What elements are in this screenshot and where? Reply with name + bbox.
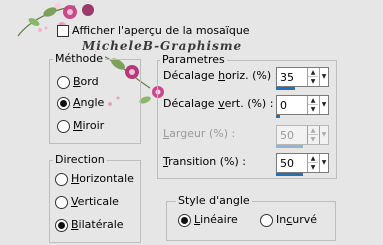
radio-bilaterale[interactable] (55, 219, 68, 232)
parametres-group-title: Parametres (160, 53, 227, 66)
radio-angle[interactable] (57, 97, 70, 110)
transition-label: Transition (%) : (163, 155, 246, 168)
radio-verticale[interactable] (55, 196, 68, 209)
vert-offset-label: Décalage vert. (%) : (163, 97, 274, 110)
largeur-arrows: ▲ ▼ (307, 126, 318, 144)
spin-down-icon: ▼ (310, 136, 316, 143)
style-angle-group-title: Style d'angle (176, 194, 252, 207)
horiz-offset-arrows[interactable]: ▲ ▼ (307, 68, 318, 86)
largeur-input (277, 126, 305, 144)
transition-spinner[interactable]: ▲▼ ▼ (276, 153, 329, 176)
direction-group-title: Direction (53, 153, 107, 166)
horiz-offset-input[interactable] (277, 68, 305, 86)
methode-group-title: Méthode (53, 52, 106, 65)
spin-down-icon[interactable]: ▼ (308, 105, 318, 114)
chevron-down-icon: ▼ (319, 126, 328, 144)
radio-horizontale[interactable] (55, 173, 68, 186)
transition-input[interactable] (277, 154, 305, 172)
radio-incurve-label: Incurvé (276, 213, 318, 226)
radio-horizontale-label: Horizontale (71, 172, 134, 185)
chevron-down-icon[interactable]: ▼ (319, 154, 328, 172)
largeur-bar (276, 145, 303, 148)
spin-down-icon[interactable]: ▼ (308, 77, 318, 86)
radio-miroir-label: Miroir (73, 119, 105, 132)
spin-up-icon[interactable]: ▲ (308, 96, 318, 105)
radio-bilaterale-label: Bilatérale (71, 218, 124, 231)
radio-incurve[interactable] (260, 214, 273, 227)
transition-arrows[interactable]: ▲ ▼ (307, 154, 318, 172)
radio-verticale-label: Verticale (71, 195, 119, 208)
horiz-offset-bar (276, 87, 295, 90)
spin-up-icon: ▲ (308, 126, 318, 135)
chevron-down-icon[interactable]: ▼ (319, 96, 328, 114)
vert-offset-bar (276, 115, 280, 118)
watermark-text: MicheleB-Graphisme (82, 39, 243, 53)
radio-selected-dot (181, 217, 188, 224)
spin-down-icon[interactable]: ▼ (308, 163, 318, 172)
radio-lineaire-label: Linéaire (194, 213, 238, 226)
radio-miroir[interactable] (57, 120, 70, 133)
preview-checkbox[interactable] (57, 25, 69, 37)
radio-selected-dot (60, 100, 67, 107)
spin-up-icon[interactable]: ▲ (308, 68, 318, 77)
radio-lineaire[interactable] (178, 214, 191, 227)
largeur-label: Largeur (%) : (163, 127, 236, 140)
horiz-offset-label: Décalage horiz. (%) : (163, 69, 279, 82)
vert-offset-spinner[interactable]: ▲▼ ▼ (276, 95, 329, 118)
radio-bord-label: Bord (73, 75, 99, 88)
preview-checkbox-label: Afficher l'aperçu de la mosaïque (72, 24, 250, 37)
chevron-down-icon[interactable]: ▼ (319, 68, 328, 86)
vert-offset-input[interactable] (277, 96, 305, 114)
spin-up-icon[interactable]: ▲ (308, 154, 318, 163)
radio-bord[interactable] (57, 76, 70, 89)
radio-selected-dot (58, 222, 65, 229)
transition-bar (276, 173, 303, 176)
radio-angle-label: Angle (73, 96, 105, 109)
horiz-offset-spinner[interactable]: ▲▼ ▼ (276, 67, 329, 90)
largeur-spinner: ▲▼ ▼ (276, 125, 329, 148)
vert-offset-arrows[interactable]: ▲ ▼ (307, 96, 318, 114)
